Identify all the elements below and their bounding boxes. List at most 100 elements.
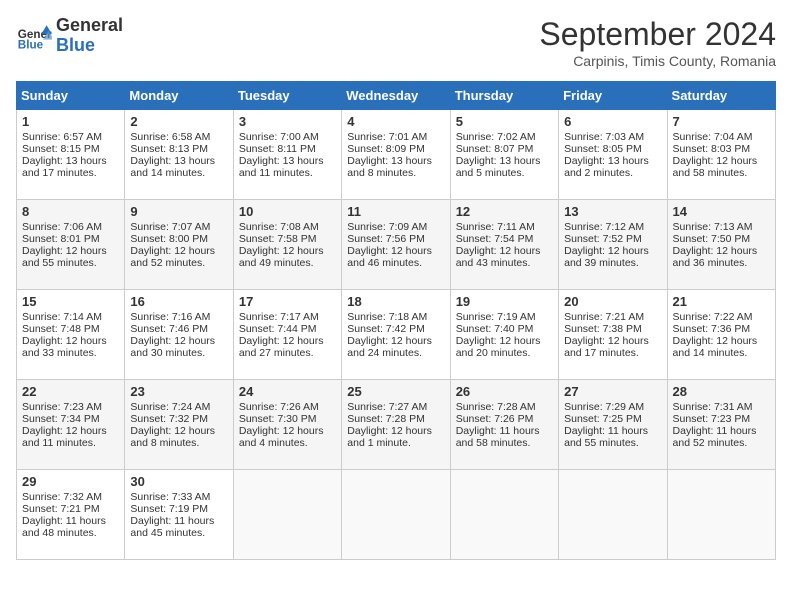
day-number: 25	[347, 384, 444, 399]
day-info-line: and 52 minutes.	[130, 257, 227, 269]
day-info-line: and 43 minutes.	[456, 257, 553, 269]
day-number: 18	[347, 294, 444, 309]
calendar-cell: 5Sunrise: 7:02 AMSunset: 8:07 PMDaylight…	[450, 110, 558, 200]
calendar-cell: 10Sunrise: 7:08 AMSunset: 7:58 PMDayligh…	[233, 200, 341, 290]
day-number: 30	[130, 474, 227, 489]
day-number: 14	[673, 204, 770, 219]
day-info-line: Daylight: 12 hours	[456, 245, 553, 257]
day-info-line: Sunrise: 7:11 AM	[456, 221, 553, 233]
day-info-line: Sunrise: 7:08 AM	[239, 221, 336, 233]
header-day-monday: Monday	[125, 82, 233, 110]
day-info-line: and 8 minutes.	[130, 437, 227, 449]
day-info-line: Sunrise: 7:32 AM	[22, 491, 119, 503]
header-day-tuesday: Tuesday	[233, 82, 341, 110]
calendar-table: SundayMondayTuesdayWednesdayThursdayFrid…	[16, 81, 776, 560]
day-info-line: Sunset: 8:01 PM	[22, 233, 119, 245]
calendar-cell: 24Sunrise: 7:26 AMSunset: 7:30 PMDayligh…	[233, 380, 341, 470]
day-info-line: Daylight: 12 hours	[22, 425, 119, 437]
day-info-line: Daylight: 12 hours	[673, 335, 770, 347]
calendar-cell: 16Sunrise: 7:16 AMSunset: 7:46 PMDayligh…	[125, 290, 233, 380]
day-number: 17	[239, 294, 336, 309]
header-row: SundayMondayTuesdayWednesdayThursdayFrid…	[17, 82, 776, 110]
day-info-line: Sunrise: 7:27 AM	[347, 401, 444, 413]
calendar-cell: 25Sunrise: 7:27 AMSunset: 7:28 PMDayligh…	[342, 380, 450, 470]
day-info-line: and 36 minutes.	[673, 257, 770, 269]
day-info-line: Sunrise: 7:02 AM	[456, 131, 553, 143]
calendar-cell: 23Sunrise: 7:24 AMSunset: 7:32 PMDayligh…	[125, 380, 233, 470]
day-info-line: Sunset: 7:23 PM	[673, 413, 770, 425]
day-info-line: Daylight: 12 hours	[347, 245, 444, 257]
day-info-line: and 24 minutes.	[347, 347, 444, 359]
day-info-line: and 17 minutes.	[564, 347, 661, 359]
calendar-week-5: 29Sunrise: 7:32 AMSunset: 7:21 PMDayligh…	[17, 470, 776, 560]
calendar-cell: 17Sunrise: 7:17 AMSunset: 7:44 PMDayligh…	[233, 290, 341, 380]
day-number: 1	[22, 114, 119, 129]
day-info-line: and 11 minutes.	[239, 167, 336, 179]
day-info-line: Daylight: 13 hours	[564, 155, 661, 167]
day-info-line: Sunset: 8:03 PM	[673, 143, 770, 155]
day-info-line: Sunrise: 7:06 AM	[22, 221, 119, 233]
day-info-line: Sunrise: 7:12 AM	[564, 221, 661, 233]
day-info-line: Sunset: 8:13 PM	[130, 143, 227, 155]
day-number: 7	[673, 114, 770, 129]
day-info-line: Daylight: 11 hours	[564, 425, 661, 437]
day-info-line: Daylight: 13 hours	[456, 155, 553, 167]
day-info-line: Sunset: 7:34 PM	[22, 413, 119, 425]
day-number: 21	[673, 294, 770, 309]
logo-general-text: General	[56, 16, 123, 36]
day-info-line: Sunset: 7:36 PM	[673, 323, 770, 335]
title-block: September 2024 Carpinis, Timis County, R…	[539, 16, 776, 69]
calendar-cell: 7Sunrise: 7:04 AMSunset: 8:03 PMDaylight…	[667, 110, 775, 200]
calendar-cell: 4Sunrise: 7:01 AMSunset: 8:09 PMDaylight…	[342, 110, 450, 200]
calendar-cell	[450, 470, 558, 560]
header-day-thursday: Thursday	[450, 82, 558, 110]
day-number: 15	[22, 294, 119, 309]
day-info-line: Sunrise: 7:07 AM	[130, 221, 227, 233]
day-info-line: Daylight: 12 hours	[239, 425, 336, 437]
day-info-line: Sunset: 7:21 PM	[22, 503, 119, 515]
day-info-line: Daylight: 12 hours	[347, 335, 444, 347]
day-info-line: Sunset: 7:46 PM	[130, 323, 227, 335]
day-info-line: and 2 minutes.	[564, 167, 661, 179]
day-info-line: Daylight: 12 hours	[673, 155, 770, 167]
day-info-line: Daylight: 12 hours	[564, 245, 661, 257]
day-info-line: Sunrise: 7:23 AM	[22, 401, 119, 413]
day-info-line: Sunrise: 7:29 AM	[564, 401, 661, 413]
day-number: 5	[456, 114, 553, 129]
day-info-line: and 11 minutes.	[22, 437, 119, 449]
day-info-line: Daylight: 13 hours	[239, 155, 336, 167]
day-info-line: and 45 minutes.	[130, 527, 227, 539]
day-info-line: Sunset: 7:28 PM	[347, 413, 444, 425]
day-info-line: and 48 minutes.	[22, 527, 119, 539]
day-number: 23	[130, 384, 227, 399]
day-info-line: and 14 minutes.	[130, 167, 227, 179]
day-info-line: Sunrise: 7:26 AM	[239, 401, 336, 413]
svg-text:Blue: Blue	[18, 38, 44, 51]
calendar-week-2: 8Sunrise: 7:06 AMSunset: 8:01 PMDaylight…	[17, 200, 776, 290]
day-info-line: Sunset: 7:19 PM	[130, 503, 227, 515]
calendar-cell: 30Sunrise: 7:33 AMSunset: 7:19 PMDayligh…	[125, 470, 233, 560]
day-info-line: and 4 minutes.	[239, 437, 336, 449]
day-info-line: Sunset: 7:58 PM	[239, 233, 336, 245]
day-info-line: Sunrise: 7:00 AM	[239, 131, 336, 143]
day-info-line: and 58 minutes.	[456, 437, 553, 449]
day-info-line: and 30 minutes.	[130, 347, 227, 359]
day-info-line: Sunset: 7:26 PM	[456, 413, 553, 425]
day-info-line: Sunrise: 7:28 AM	[456, 401, 553, 413]
day-number: 26	[456, 384, 553, 399]
day-info-line: Sunrise: 6:57 AM	[22, 131, 119, 143]
calendar-cell: 1Sunrise: 6:57 AMSunset: 8:15 PMDaylight…	[17, 110, 125, 200]
calendar-cell: 28Sunrise: 7:31 AMSunset: 7:23 PMDayligh…	[667, 380, 775, 470]
header-day-wednesday: Wednesday	[342, 82, 450, 110]
day-number: 10	[239, 204, 336, 219]
calendar-cell: 13Sunrise: 7:12 AMSunset: 7:52 PMDayligh…	[559, 200, 667, 290]
day-info-line: Sunset: 7:40 PM	[456, 323, 553, 335]
calendar-cell: 21Sunrise: 7:22 AMSunset: 7:36 PMDayligh…	[667, 290, 775, 380]
day-info-line: Daylight: 12 hours	[130, 335, 227, 347]
day-info-line: Sunrise: 7:24 AM	[130, 401, 227, 413]
day-info-line: Sunrise: 7:03 AM	[564, 131, 661, 143]
day-info-line: Sunrise: 7:01 AM	[347, 131, 444, 143]
day-number: 28	[673, 384, 770, 399]
calendar-cell: 29Sunrise: 7:32 AMSunset: 7:21 PMDayligh…	[17, 470, 125, 560]
calendar-cell	[233, 470, 341, 560]
